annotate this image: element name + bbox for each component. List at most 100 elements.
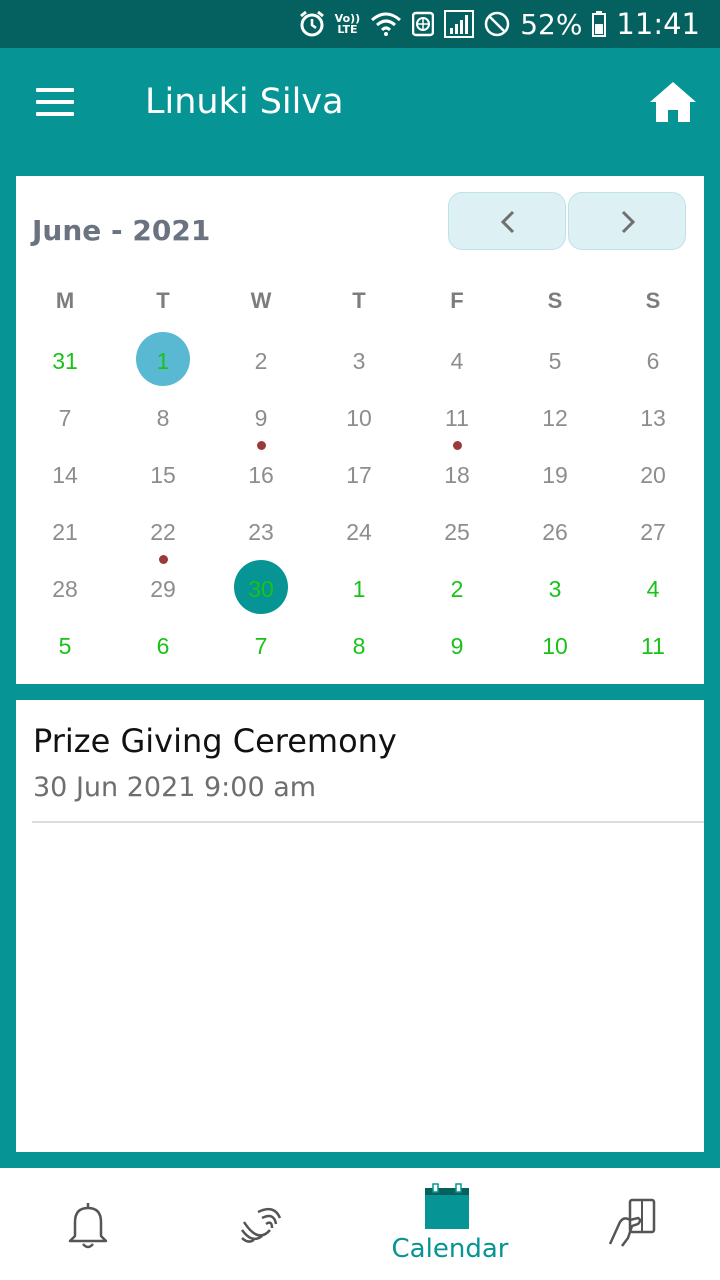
calendar-day[interactable]: 1	[114, 332, 212, 389]
day-number: 9	[450, 633, 464, 659]
calendar-day[interactable]: 11	[408, 389, 506, 450]
calendar-day[interactable]: 26	[506, 503, 604, 560]
prev-month-button[interactable]	[448, 192, 566, 250]
day-number: 9	[254, 405, 268, 431]
day-number: 25	[444, 519, 470, 545]
card-tap-icon	[608, 1198, 656, 1247]
nav-calendar[interactable]: Calendar	[360, 1168, 540, 1280]
day-number: 29	[150, 576, 176, 602]
day-number: 23	[248, 519, 274, 545]
calendar-day[interactable]: 7	[212, 617, 310, 674]
calendar-day[interactable]: 10	[310, 389, 408, 446]
signal-icon	[444, 10, 475, 38]
day-number: 14	[52, 462, 78, 488]
weekday-label: T	[156, 288, 170, 313]
day-number: 5	[548, 348, 562, 374]
calendar-day[interactable]: 13	[604, 389, 702, 446]
day-number: 1	[156, 348, 170, 374]
calendar-day[interactable]: 7	[16, 389, 114, 446]
day-number: 3	[548, 576, 562, 602]
calendar-day[interactable]: 4	[408, 332, 506, 389]
hamburger-menu-icon[interactable]	[36, 88, 76, 120]
calendar-day[interactable]: 5	[506, 332, 604, 389]
calendar-day[interactable]: 25	[408, 503, 506, 560]
weekday-label: S	[645, 288, 661, 313]
day-number: 6	[156, 633, 170, 659]
bell-icon	[68, 1203, 108, 1249]
calendar-day[interactable]: 24	[310, 503, 408, 560]
calendar-day[interactable]: 30	[212, 560, 310, 617]
day-number: 2	[254, 348, 268, 374]
nav-card[interactable]	[540, 1168, 720, 1280]
nav-calendar-label: Calendar	[391, 1234, 509, 1264]
wifi-icon	[371, 12, 402, 36]
day-number: 3	[352, 348, 366, 374]
calendar-day[interactable]: 10	[506, 617, 604, 674]
day-number: 2	[450, 576, 464, 602]
calendar-day[interactable]: 6	[114, 617, 212, 674]
calendar-day[interactable]: 21	[16, 503, 114, 560]
app-bar: Linuki Silva	[0, 48, 720, 160]
calendar-day[interactable]: 31	[16, 332, 114, 389]
day-number: 13	[640, 405, 666, 431]
calendar-day[interactable]: 6	[604, 332, 702, 389]
calendar-day[interactable]: 19	[506, 446, 604, 503]
calendar-day[interactable]: 22	[114, 503, 212, 564]
app-title: Linuki Silva	[145, 82, 344, 122]
day-number: 18	[444, 462, 470, 488]
calendar-day[interactable]: 27	[604, 503, 702, 560]
do-not-disturb-icon	[484, 11, 510, 37]
calendar-day[interactable]: 20	[604, 446, 702, 503]
divider	[32, 821, 704, 823]
calendar-day[interactable]: 28	[16, 560, 114, 617]
bottom-navigation: Calendar	[0, 1168, 720, 1280]
calendar-day[interactable]: 15	[114, 446, 212, 503]
calendar-day[interactable]: 1	[310, 560, 408, 617]
battery-icon	[592, 11, 607, 37]
day-number: 10	[542, 633, 568, 659]
event-datetime: 30 Jun 2021 9:00 am	[33, 772, 317, 803]
next-month-button[interactable]	[568, 192, 686, 250]
contactless-icon	[240, 1207, 282, 1243]
day-number: 31	[52, 348, 78, 374]
calendar-day[interactable]: 14	[16, 446, 114, 503]
day-number: 7	[254, 633, 268, 659]
weekday-label: T	[352, 288, 366, 313]
calendar-day[interactable]: 3	[506, 560, 604, 617]
home-icon[interactable]	[648, 78, 698, 128]
month-label: June - 2021	[32, 214, 211, 247]
day-number: 17	[346, 462, 372, 488]
day-number: 15	[150, 462, 176, 488]
calendar-day[interactable]: 12	[506, 389, 604, 446]
day-number: 16	[248, 462, 274, 488]
calendar-day[interactable]: 16	[212, 446, 310, 503]
data-saver-icon	[412, 11, 435, 37]
day-number: 4	[646, 576, 660, 602]
calendar-day[interactable]: 18	[408, 446, 506, 503]
calendar-day[interactable]: 17	[310, 446, 408, 503]
calendar-day[interactable]: 2	[212, 332, 310, 389]
calendar-day[interactable]: 11	[604, 617, 702, 674]
weekday-label: S	[547, 288, 563, 313]
calendar-day[interactable]: 2	[408, 560, 506, 617]
clock-time: 11:41	[616, 7, 700, 41]
calendar-day[interactable]: 4	[604, 560, 702, 617]
day-number: 8	[156, 405, 170, 431]
calendar-day[interactable]: 5	[16, 617, 114, 674]
alarm-icon	[299, 10, 324, 37]
nav-payments[interactable]	[180, 1168, 360, 1280]
day-number: 20	[640, 462, 666, 488]
status-bar: Vo)) LTE 52% 11:41	[0, 0, 720, 48]
calendar-day[interactable]: 29	[114, 560, 212, 617]
calendar-day[interactable]: 23	[212, 503, 310, 560]
calendar-day[interactable]: 8	[114, 389, 212, 446]
calendar-day[interactable]: 9	[408, 617, 506, 674]
day-number: 12	[542, 405, 568, 431]
calendar-day[interactable]: 8	[310, 617, 408, 674]
calendar-day[interactable]: 3	[310, 332, 408, 389]
calendar-day[interactable]: 9	[212, 389, 310, 450]
nav-notifications[interactable]	[0, 1168, 180, 1280]
day-number: 27	[640, 519, 666, 545]
day-number: 30	[248, 576, 274, 602]
chevron-left-icon	[500, 210, 515, 234]
